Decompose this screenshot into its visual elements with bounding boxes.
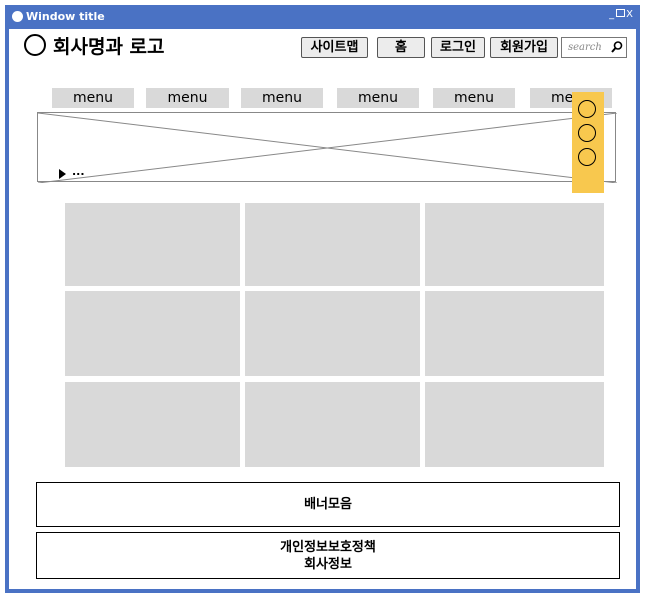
menu-item[interactable]: menu: [241, 88, 323, 108]
slider-more-text: ...: [72, 165, 85, 178]
company-info-link[interactable]: 회사정보: [37, 556, 619, 573]
minimize-button[interactable]: _: [609, 9, 615, 20]
search-icon[interactable]: [610, 40, 624, 54]
app-icon: [12, 11, 23, 22]
logo-circle-icon: [24, 34, 46, 56]
menu-item[interactable]: menu: [52, 88, 134, 108]
slide-indicator-icon[interactable]: [578, 148, 596, 166]
window-controls: _ X: [609, 9, 634, 20]
menu-item[interactable]: menu: [146, 88, 229, 108]
close-button[interactable]: X: [626, 9, 634, 20]
content-tile[interactable]: [245, 291, 420, 376]
play-icon[interactable]: [59, 169, 66, 179]
company-logo-text[interactable]: 회사명과 로고: [53, 32, 165, 59]
content-tile[interactable]: [245, 382, 420, 467]
content-tile[interactable]: [245, 203, 420, 286]
footer-info: 개인정보보호정책 회사정보: [36, 532, 620, 579]
banner-slider[interactable]: [37, 112, 617, 183]
home-button[interactable]: 홈: [377, 37, 425, 58]
privacy-policy-link[interactable]: 개인정보보호정책: [37, 539, 619, 556]
slide-indicator-icon[interactable]: [578, 124, 596, 142]
content-tile[interactable]: [65, 291, 240, 376]
maximize-button[interactable]: [616, 9, 626, 17]
content-tile[interactable]: [65, 382, 240, 467]
login-button[interactable]: 로그인: [431, 37, 485, 58]
window-title: Window title: [26, 10, 105, 23]
slide-indicator-icon[interactable]: [578, 100, 596, 118]
title-bar[interactable]: Window title _ X: [9, 5, 636, 29]
content-tile[interactable]: [425, 203, 604, 286]
image-placeholder: [38, 113, 617, 183]
banner-collection-label: 배너모음: [304, 497, 352, 512]
menu-item[interactable]: menu: [433, 88, 515, 108]
menu-item[interactable]: menu: [337, 88, 419, 108]
content-tile[interactable]: [425, 291, 604, 376]
signup-button[interactable]: 회원가입: [490, 37, 558, 58]
content-tile[interactable]: [65, 203, 240, 286]
banner-collection[interactable]: 배너모음: [36, 482, 620, 527]
sitemap-button[interactable]: 사이트맵: [301, 37, 368, 58]
slide-indicator-panel: [572, 92, 604, 193]
content-tile[interactable]: [425, 382, 604, 467]
